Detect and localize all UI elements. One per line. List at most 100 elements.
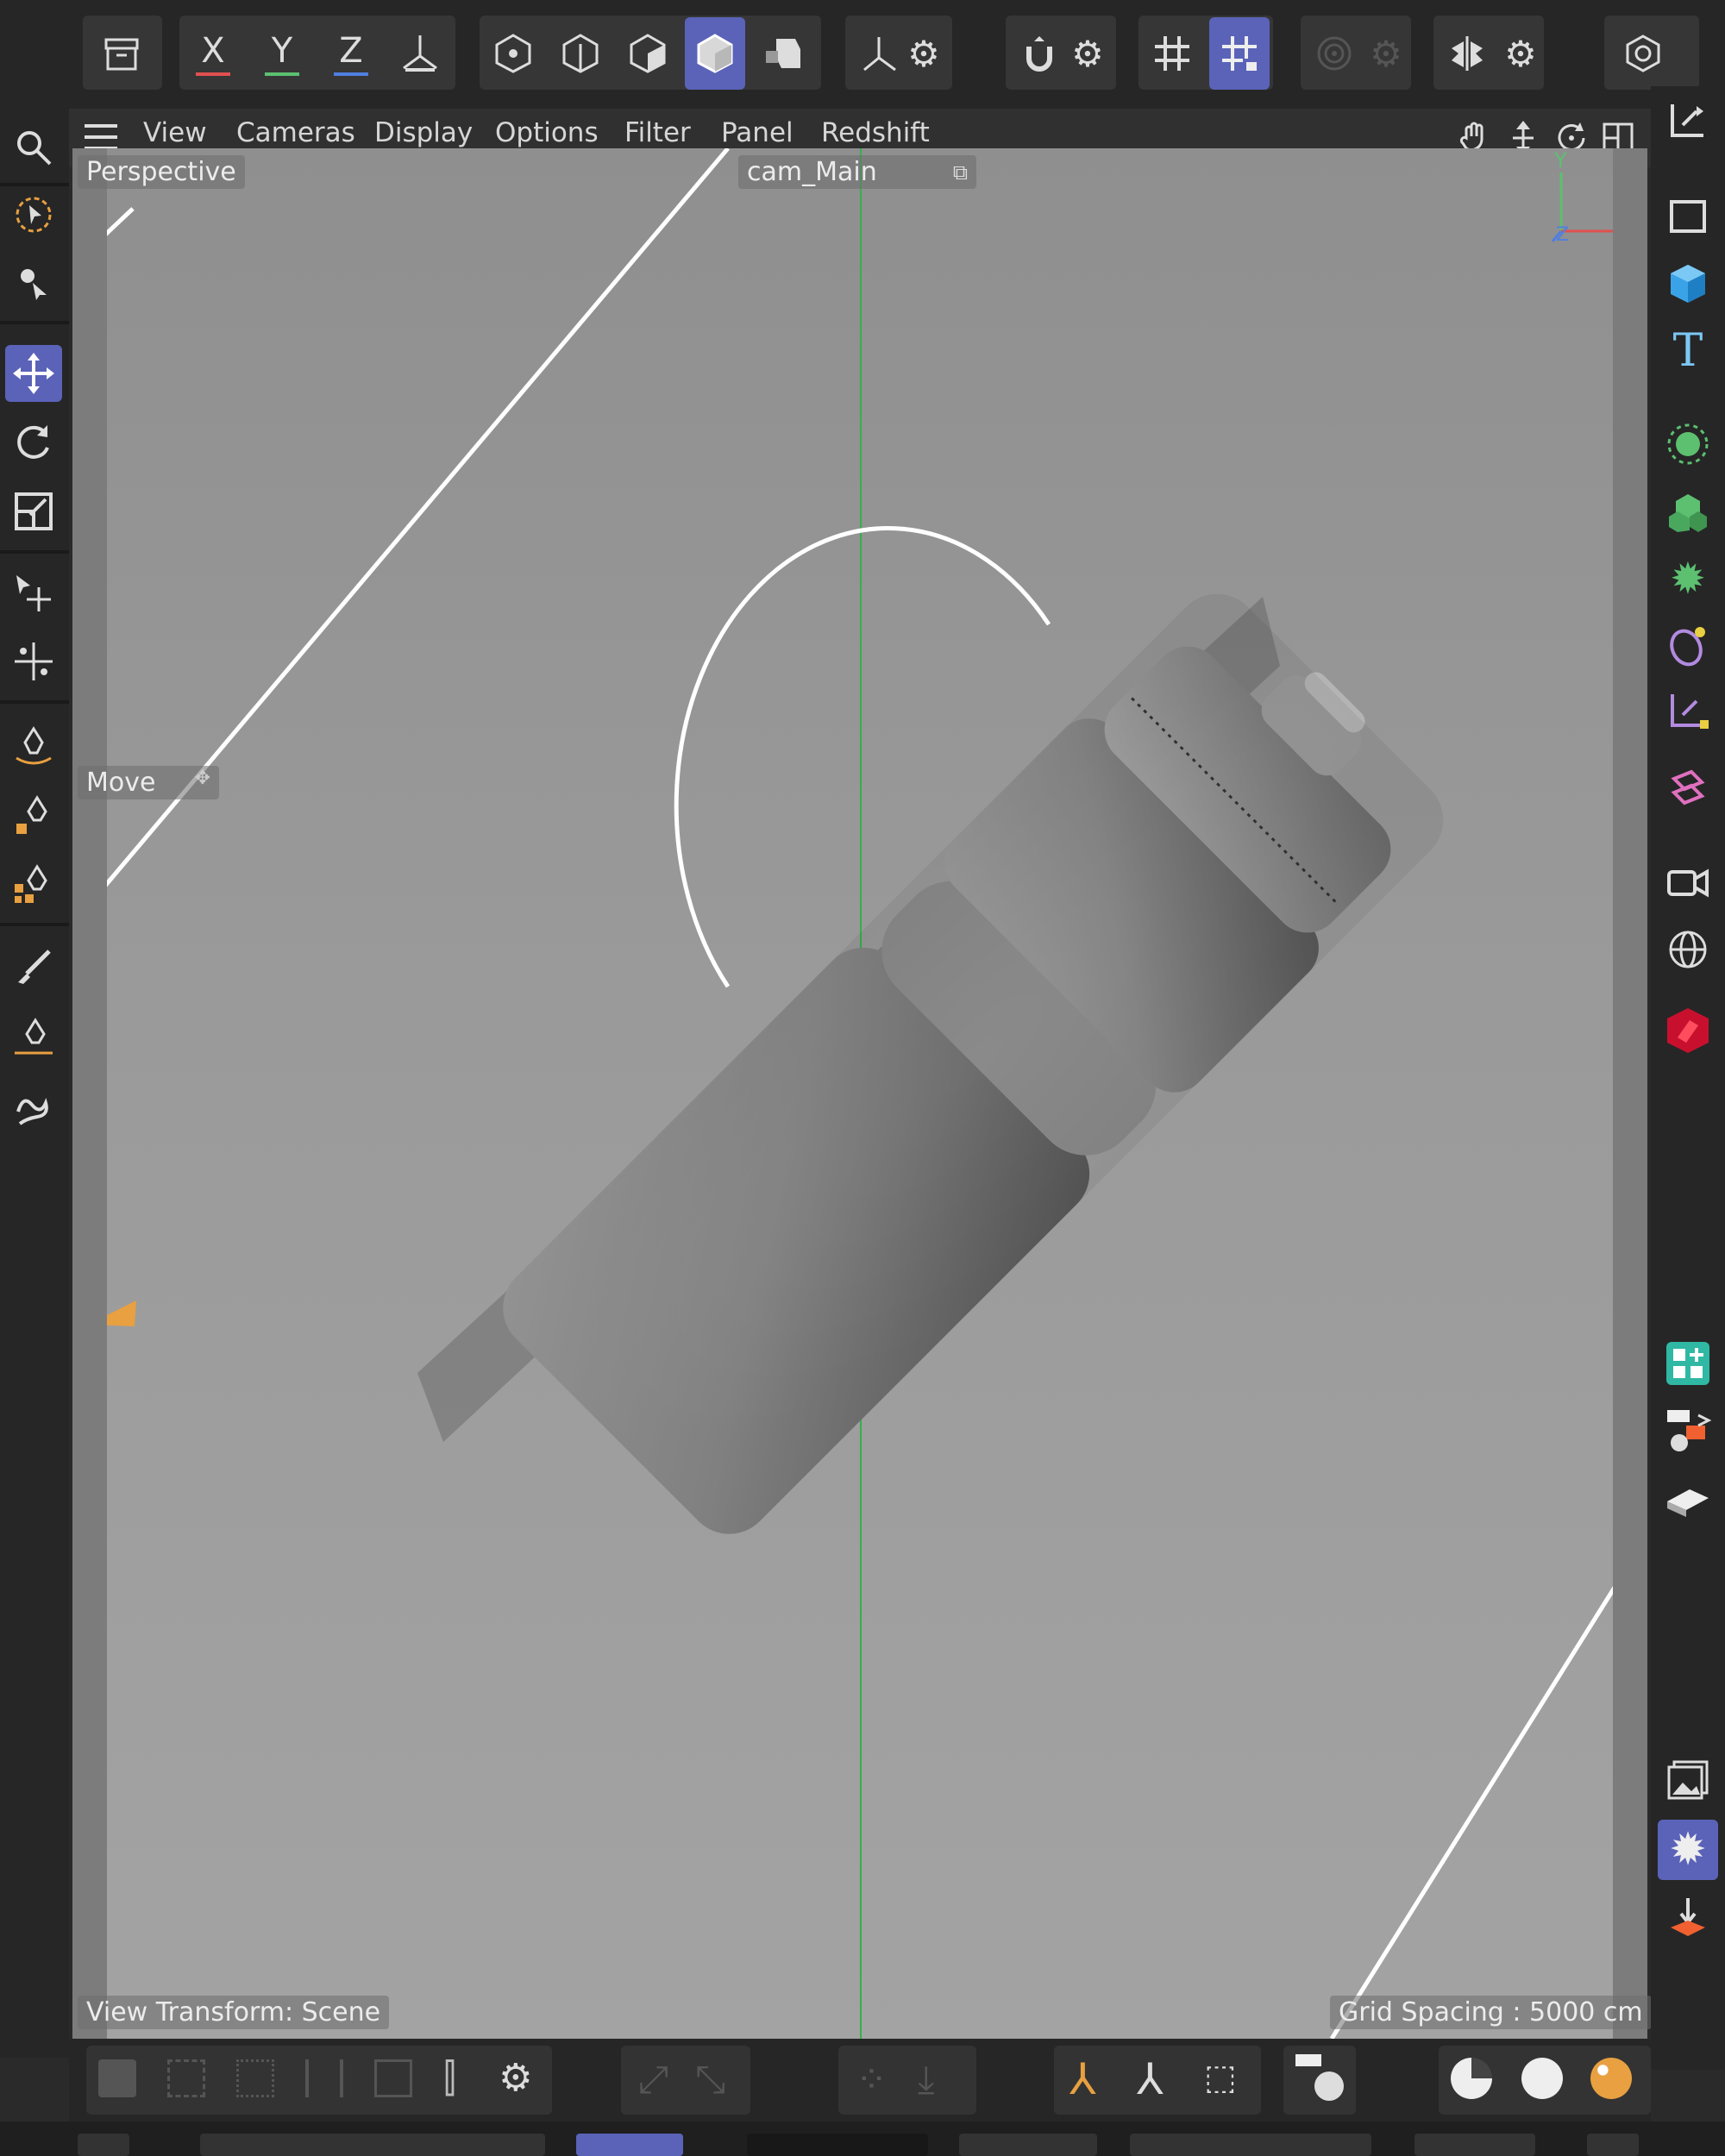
expand-icon[interactable]: ⤢ <box>638 2058 668 2102</box>
search-icon[interactable] <box>5 119 62 176</box>
scale-tool-icon[interactable] <box>5 483 62 540</box>
render-region-icon[interactable] <box>1304 17 1364 90</box>
lighting-preview-icon[interactable] <box>1590 2058 1632 2099</box>
deselect-icon[interactable] <box>167 2059 205 2097</box>
plane-icon[interactable] <box>1658 1470 1718 1530</box>
undo-history-icon[interactable] <box>91 17 152 90</box>
coordinates-mode-icon[interactable] <box>1658 93 1718 154</box>
axis-x-underline <box>196 72 230 76</box>
axis-x-lock[interactable]: X <box>183 17 243 90</box>
cloner-icon[interactable] <box>1658 414 1718 474</box>
model-mode-icon[interactable] <box>685 17 745 90</box>
symmetry-gear-icon[interactable]: ⚙ <box>1499 17 1542 90</box>
view-settings-icon[interactable] <box>1613 17 1673 90</box>
camera-name: cam_Main <box>747 157 877 187</box>
points-mode-icon[interactable] <box>483 17 543 90</box>
timeline-frame-field[interactable] <box>747 2134 928 2156</box>
picture-viewer-icon[interactable] <box>1658 1751 1718 1811</box>
3d-viewport[interactable]: Y X Z <box>72 148 1647 2039</box>
active-tool-hud[interactable]: Move ✥ <box>78 766 219 799</box>
pen-tool-icon[interactable] <box>5 718 62 774</box>
tweak-tool-icon[interactable] <box>5 255 62 312</box>
rotate-tool-icon[interactable] <box>5 414 62 471</box>
bottom-group-axis: ⅄ ⅄ ⬚ <box>1054 2046 1261 2115</box>
spline-smooth-icon[interactable] <box>5 1080 62 1137</box>
bottom-group-scale: ⤢ ⤡ <box>621 2046 750 2115</box>
timeline-keyframe-controls[interactable] <box>1414 2134 1535 2156</box>
menu-filter[interactable]: Filter <box>624 117 691 148</box>
axis-center-icon[interactable]: ⬚ <box>1204 2058 1237 2097</box>
timeline-record-controls[interactable] <box>959 2134 1097 2156</box>
axis-white-icon[interactable]: ⅄ <box>1137 2054 1164 2104</box>
drop-to-floor-icon[interactable]: ⤓ <box>918 2058 934 2102</box>
texture-mode-icon[interactable] <box>752 17 812 90</box>
water-bottle[interactable] <box>486 573 1465 1552</box>
scatter-icon[interactable]: ⁘ <box>856 2058 888 2102</box>
timeline-control[interactable] <box>200 2134 545 2156</box>
render-download-icon[interactable] <box>1658 1887 1718 1947</box>
invert-selection-icon[interactable] <box>236 2059 274 2097</box>
camera-icon[interactable] <box>1658 852 1718 912</box>
disabled-gear-icon[interactable]: ⚙ <box>1364 17 1408 90</box>
spline-pen-icon[interactable] <box>5 787 62 843</box>
timeline-control[interactable] <box>78 2134 129 2156</box>
rectangle-spline-icon[interactable] <box>1658 186 1718 247</box>
menu-redshift[interactable]: Redshift <box>821 117 930 148</box>
spline-draw-icon[interactable] <box>5 1009 62 1066</box>
null-object-icon[interactable] <box>1658 683 1718 743</box>
subdivision-icon[interactable] <box>1658 481 1718 542</box>
brush-tool-icon[interactable] <box>5 938 62 995</box>
polygons-mode-icon[interactable] <box>618 17 678 90</box>
view-name-label[interactable]: Perspective <box>78 155 245 189</box>
edges-mode-icon[interactable] <box>550 17 611 90</box>
environment-icon[interactable] <box>1658 919 1718 980</box>
spline-sketch-icon[interactable] <box>5 856 62 912</box>
timeline-playback-controls[interactable] <box>1130 2134 1371 2156</box>
left-toolbar-divider <box>0 550 69 554</box>
axis-mode-icon[interactable] <box>849 17 909 90</box>
render-settings-icon[interactable] <box>1658 1401 1718 1461</box>
coordinate-system-icon[interactable] <box>390 17 450 90</box>
move-tool-icon[interactable] <box>5 345 62 402</box>
gear-icon[interactable]: ⚙ <box>902 17 945 90</box>
shading-preview-icon[interactable] <box>1521 2058 1563 2099</box>
material-preview-icon[interactable] <box>1451 2058 1492 2099</box>
camera-selector[interactable]: cam_Main ⧉ <box>738 155 976 189</box>
magnet-snap-icon[interactable] <box>1009 17 1070 90</box>
field-icon[interactable]: ✹ <box>1658 548 1718 609</box>
menu-options[interactable]: Options <box>495 117 599 148</box>
deformer-icon[interactable] <box>1658 616 1718 676</box>
multi-move-icon[interactable] <box>5 633 62 690</box>
timeline-settings[interactable] <box>1587 2134 1639 2156</box>
axis-z-lock[interactable]: Z <box>321 17 381 90</box>
collapse-icon[interactable]: ⤡ <box>695 2058 725 2102</box>
align-icon[interactable] <box>374 2059 412 2097</box>
grid-snap-icon[interactable] <box>1142 17 1202 90</box>
gizmo-z-label: Z <box>1556 224 1570 246</box>
bottom-gear-icon[interactable]: ⚙ <box>499 2056 532 2100</box>
render-view-icon[interactable] <box>1314 2071 1344 2101</box>
split-view-icon[interactable]: ⫿ <box>443 2058 456 2097</box>
cube-icon[interactable] <box>1658 254 1718 314</box>
render-gear-icon[interactable]: ✹ <box>1658 1820 1718 1880</box>
render-view-bar <box>1295 2054 1321 2066</box>
text-icon[interactable]: T <box>1658 321 1718 381</box>
redshift-icon[interactable] <box>1658 1000 1718 1061</box>
material-manager-icon[interactable] <box>1658 1333 1718 1394</box>
axis-y-lock[interactable]: Y <box>252 17 312 90</box>
workplane-snap-icon[interactable] <box>1209 17 1270 90</box>
axis-y-underline <box>265 72 299 76</box>
menu-display[interactable]: Display <box>374 117 473 148</box>
select-all-icon[interactable] <box>98 2059 136 2097</box>
menu-cameras[interactable]: Cameras <box>236 117 355 148</box>
mograph-icon[interactable] <box>1658 759 1718 819</box>
symmetry-icon[interactable] <box>1437 17 1497 90</box>
menu-view[interactable]: View <box>143 117 207 148</box>
live-selection-icon[interactable] <box>5 186 62 243</box>
magnet-settings-gear-icon[interactable]: ⚙ <box>1066 17 1109 90</box>
mirror-icon[interactable] <box>305 2059 343 2097</box>
transfer-tool-icon[interactable] <box>5 564 62 621</box>
timeline-active-control[interactable] <box>576 2134 683 2156</box>
menu-panel[interactable]: Panel <box>721 117 794 148</box>
axis-orange-icon[interactable]: ⅄ <box>1070 2054 1096 2104</box>
